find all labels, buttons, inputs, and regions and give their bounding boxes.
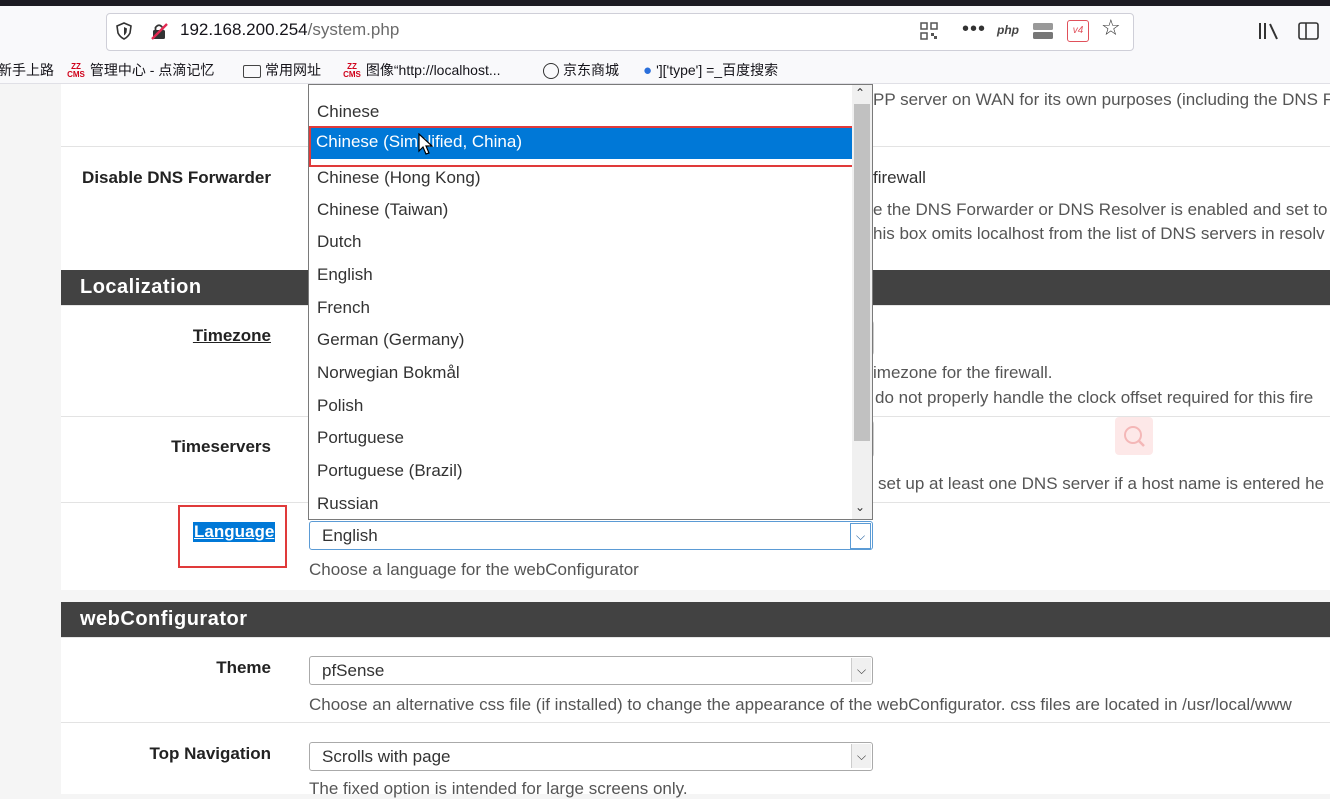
bookmark-item[interactable]: ZZ CMS 管理中心 - 点滴记忆 bbox=[66, 60, 214, 80]
server-extension-icon[interactable] bbox=[1032, 21, 1054, 41]
language-option[interactable]: English bbox=[317, 265, 373, 285]
url-path: /system.php bbox=[307, 20, 400, 39]
scroll-up-icon[interactable]: ⌃ bbox=[855, 86, 865, 100]
chevron-down-icon[interactable]: ⌵ bbox=[851, 658, 871, 682]
bookmark-label: 常用网址 bbox=[265, 62, 321, 78]
v4-extension-icon[interactable]: v4 bbox=[1067, 20, 1089, 42]
zzcms-icon: ZZ CMS bbox=[343, 62, 361, 80]
top-navigation-help: The fixed option is intended for large s… bbox=[309, 779, 688, 798]
language-option[interactable]: French bbox=[317, 298, 370, 318]
language-select[interactable]: English ⌵ bbox=[309, 521, 873, 550]
baidu-paw-icon: ● bbox=[643, 62, 653, 79]
bookmark-label: 图像“http://localhost... bbox=[365, 62, 501, 78]
disable-dns-forwarder-help: e the DNS Forwarder or DNS Resolver is e… bbox=[873, 200, 1330, 219]
language-option[interactable]: Chinese (Taiwan) bbox=[317, 200, 448, 220]
chevron-down-icon[interactable]: ⌵ bbox=[851, 744, 871, 768]
scroll-down-icon[interactable]: ⌄ bbox=[855, 500, 865, 514]
bookmark-label: 京东商城 bbox=[563, 62, 619, 78]
mouse-cursor-icon bbox=[418, 133, 434, 155]
bookmark-label: ']['type'] =_百度搜索 bbox=[656, 62, 779, 78]
timezone-help: imezone for the firewall. bbox=[873, 363, 1053, 382]
globe-icon bbox=[543, 63, 559, 80]
dns-override-help: PP server on WAN for its own purposes (i… bbox=[873, 90, 1330, 109]
disable-dns-forwarder-help: his box omits localhost from the list of… bbox=[873, 224, 1325, 243]
language-option[interactable]: Russian bbox=[317, 494, 378, 514]
zzcms-icon: ZZ CMS bbox=[67, 62, 85, 80]
sidebar-toggle-icon[interactable] bbox=[1298, 22, 1320, 40]
bookmark-item[interactable]: 新手上路 bbox=[0, 60, 54, 80]
selected-option-annotation-box bbox=[309, 126, 859, 167]
theme-select[interactable]: pfSense ⌵ bbox=[309, 656, 873, 685]
url-host: 192.168.200.254 bbox=[180, 20, 308, 39]
folder-icon bbox=[243, 64, 261, 78]
bookmark-folder[interactable]: 常用网址 bbox=[243, 60, 321, 80]
search-icon bbox=[1124, 426, 1145, 447]
qr-code-icon[interactable] bbox=[920, 22, 938, 40]
language-option[interactable]: Portuguese bbox=[317, 428, 404, 448]
timeservers-help: set up at least one DNS server if a host… bbox=[878, 474, 1325, 493]
shield-icon[interactable] bbox=[116, 22, 132, 40]
language-help: Choose a language for the webConfigurato… bbox=[309, 560, 639, 579]
php-extension-icon[interactable]: php bbox=[997, 23, 1019, 37]
top-navigation-select-value: Scrolls with page bbox=[322, 747, 451, 766]
theme-label: Theme bbox=[216, 658, 271, 677]
disable-dns-forwarder-label: Disable DNS Forwarder bbox=[82, 168, 271, 187]
row-divider bbox=[61, 722, 1330, 723]
top-navigation-label: Top Navigation bbox=[149, 744, 271, 763]
dropdown-scrollbar-thumb[interactable] bbox=[854, 104, 870, 441]
webconfigurator-section-header: webConfigurator bbox=[61, 602, 1330, 637]
language-option[interactable]: Dutch bbox=[317, 232, 361, 252]
language-option[interactable]: Chinese (Hong Kong) bbox=[317, 168, 480, 188]
timezone-help: do not properly handle the clock offset … bbox=[875, 388, 1314, 407]
chevron-down-icon[interactable]: ⌵ bbox=[850, 523, 871, 549]
url-text[interactable]: 192.168.200.254/system.php bbox=[180, 20, 399, 40]
bookmark-item[interactable]: 京东商城 bbox=[543, 60, 619, 80]
language-select-value: English bbox=[322, 526, 378, 545]
library-icon[interactable] bbox=[1258, 22, 1280, 40]
bookmark-star-icon[interactable]: ☆ bbox=[1101, 15, 1121, 41]
more-actions-icon[interactable]: ••• bbox=[962, 18, 986, 41]
theme-select-value: pfSense bbox=[322, 661, 385, 680]
theme-help: Choose an alternative css file (if insta… bbox=[309, 695, 1292, 714]
language-option[interactable]: Norwegian Bokmål bbox=[317, 363, 460, 383]
bookmark-label: 管理中心 - 点滴记忆 bbox=[89, 62, 215, 78]
language-option[interactable]: Polish bbox=[317, 396, 363, 416]
disable-dns-forwarder-checkbox-text[interactable]: firewall bbox=[873, 168, 926, 188]
bookmark-item[interactable]: ZZ CMS 图像“http://localhost... bbox=[342, 60, 501, 80]
language-option[interactable]: Chinese bbox=[317, 102, 379, 122]
language-option[interactable]: Portuguese (Brazil) bbox=[317, 461, 463, 481]
section-title: webConfigurator bbox=[80, 608, 248, 630]
section-title: Localization bbox=[80, 276, 202, 298]
timeservers-search-button[interactable] bbox=[1115, 417, 1153, 455]
bookmark-item[interactable]: ● ']['type'] =_百度搜索 bbox=[643, 60, 778, 80]
language-label-annotation-box bbox=[178, 505, 287, 568]
timeservers-label: Timeservers bbox=[171, 437, 271, 456]
top-navigation-select[interactable]: Scrolls with page ⌵ bbox=[309, 742, 873, 771]
timezone-label[interactable]: Timezone bbox=[71, 326, 271, 346]
language-option[interactable]: German (Germany) bbox=[317, 330, 464, 350]
insecure-lock-icon[interactable] bbox=[150, 22, 168, 40]
